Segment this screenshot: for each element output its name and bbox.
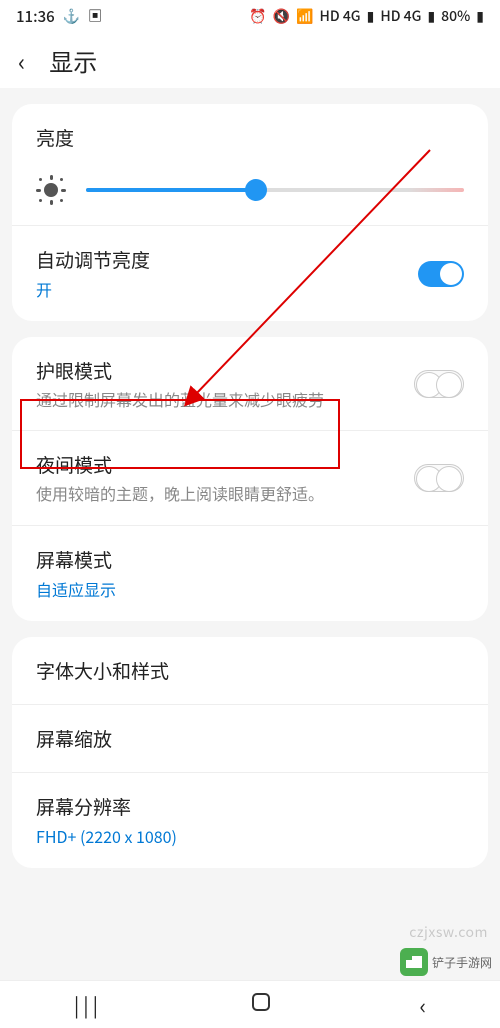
eye-comfort-toggle[interactable]: [414, 370, 464, 398]
navbar: ||| ‹: [0, 980, 500, 1028]
mute-icon: 🔇: [273, 6, 290, 26]
night-mode-toggle[interactable]: [414, 464, 464, 492]
watermark-name: 铲子手游网: [432, 954, 492, 971]
signal-bars-1: ▮: [367, 6, 375, 26]
auto-brightness-row[interactable]: 自动调节亮度 开: [12, 225, 488, 321]
header: ‹ 显示: [0, 32, 500, 88]
resolution-title: 屏幕分辨率: [36, 793, 464, 820]
auto-brightness-state: 开: [36, 277, 418, 301]
resolution-row[interactable]: 屏幕分辨率 FHD+ (2220 x 1080): [12, 772, 488, 868]
font-row[interactable]: 字体大小和样式: [12, 637, 488, 704]
back-icon[interactable]: ‹: [18, 43, 25, 78]
signal-2: HD 4G: [380, 6, 421, 26]
watermark: 铲子手游网: [400, 948, 492, 976]
wifi-icon: 📶: [296, 6, 313, 26]
screenshot-icon: ▣: [88, 6, 102, 26]
watermark-url: czjxsw.com: [409, 922, 488, 942]
battery-pct: 80%: [441, 6, 470, 26]
eye-comfort-title: 护眼模式: [36, 357, 414, 384]
recents-button[interactable]: |||: [74, 990, 102, 1019]
eye-comfort-desc: 通过限制屏幕发出的蓝光量来减少眼疲劳: [36, 388, 414, 410]
font-title: 字体大小和样式: [36, 657, 464, 684]
night-mode-title: 夜间模式: [36, 451, 414, 478]
home-button[interactable]: [250, 991, 272, 1018]
night-mode-row[interactable]: 夜间模式 使用较暗的主题，晚上阅读眼睛更舒适。: [12, 430, 488, 524]
status-bar: 11:36 ⚓ ▣ ⏰ 🔇 📶 HD 4G ▮ HD 4G ▮ 80% ▮: [0, 0, 500, 32]
alarm-icon: ⏰: [249, 6, 266, 26]
page-title: 显示: [49, 43, 482, 78]
status-time: 11:36: [16, 6, 55, 27]
notification-icon: ⚓: [63, 6, 80, 26]
resolution-value: FHD+ (2220 x 1080): [36, 824, 464, 848]
signal-bars-2: ▮: [427, 6, 435, 26]
battery-icon: ▮: [476, 6, 484, 26]
auto-brightness-toggle[interactable]: [418, 261, 464, 287]
screen-mode-value: 自适应显示: [36, 577, 464, 601]
brightness-card: 亮度 自动调节亮度 开: [12, 104, 488, 321]
display-options-card: 字体大小和样式 屏幕缩放 屏幕分辨率 FHD+ (2220 x 1080): [12, 637, 488, 868]
auto-brightness-title: 自动调节亮度: [36, 246, 418, 273]
zoom-row[interactable]: 屏幕缩放: [12, 704, 488, 772]
brightness-label: 亮度: [36, 124, 464, 151]
eye-comfort-row[interactable]: 护眼模式 通过限制屏幕发出的蓝光量来减少眼疲劳: [12, 337, 488, 430]
watermark-icon: [400, 948, 428, 976]
back-button[interactable]: ‹: [419, 989, 426, 1021]
sun-icon: [36, 175, 66, 205]
signal-1: HD 4G: [320, 6, 361, 26]
modes-card: 护眼模式 通过限制屏幕发出的蓝光量来减少眼疲劳 夜间模式 使用较暗的主题，晚上阅…: [12, 337, 488, 621]
night-mode-desc: 使用较暗的主题，晚上阅读眼睛更舒适。: [36, 482, 414, 504]
brightness-slider[interactable]: [86, 188, 464, 192]
zoom-title: 屏幕缩放: [36, 725, 464, 752]
screen-mode-title: 屏幕模式: [36, 546, 464, 573]
screen-mode-row[interactable]: 屏幕模式 自适应显示: [12, 525, 488, 621]
brightness-knob[interactable]: [245, 179, 267, 201]
